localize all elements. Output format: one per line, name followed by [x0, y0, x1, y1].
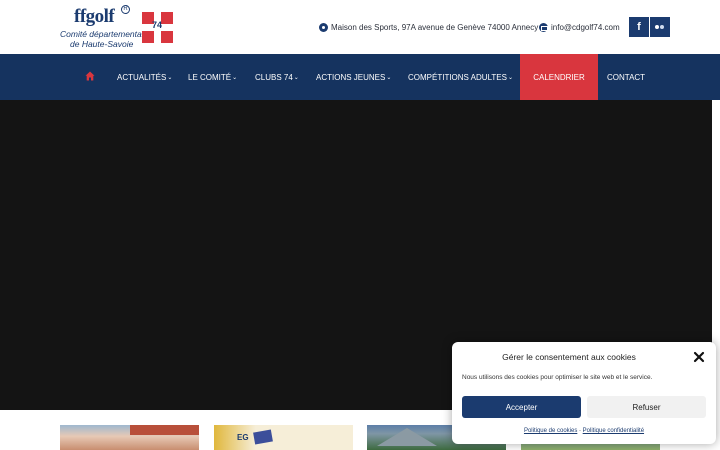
email-info[interactable]: info@cdgolf74.com	[539, 20, 620, 34]
nav-item-label: ACTIONS JEUNES	[316, 72, 386, 82]
page: ffgolf R Comité départemental de Haute-S…	[0, 0, 720, 450]
chevron-down-icon: ⌄	[386, 74, 392, 81]
facebook-icon: f	[637, 21, 641, 33]
nav-item-label: LE COMITÉ	[188, 72, 232, 82]
thumbnail-banner-text: EG	[237, 433, 249, 442]
registered-icon: R	[121, 5, 130, 14]
nav-item-calendrier[interactable]: CALENDRIER	[520, 54, 598, 100]
logo-line-1: Comité départemental	[60, 29, 144, 39]
close-icon[interactable]	[692, 350, 706, 364]
nav-item-label: CONTACT	[607, 72, 646, 82]
logo-flag-number: 74	[152, 20, 163, 30]
logo-line-2: de Haute-Savoie	[70, 39, 134, 49]
flickr-button[interactable]	[650, 17, 670, 37]
savoie-flag-icon: 74	[142, 12, 173, 43]
nav-item-le-comite[interactable]: LE COMITÉ ⌄	[188, 54, 237, 100]
cookie-title: Gérer le consentement aux cookies	[502, 352, 636, 362]
chevron-down-icon: ⌄	[293, 74, 299, 81]
cookie-policy-link[interactable]: Politique de cookies	[524, 428, 577, 434]
nav-item-actualites[interactable]: ACTUALITÉS ⌄	[117, 54, 172, 100]
home-icon[interactable]	[85, 71, 95, 81]
nav-item-label: CLUBS 74	[255, 72, 293, 82]
main-navigation: ACTUALITÉS ⌄ LE COMITÉ ⌄ CLUBS 74 ⌄ ACTI…	[0, 54, 720, 100]
address-text: Maison des Sports, 97A avenue de Genève …	[331, 22, 539, 32]
nav-item-clubs-74[interactable]: CLUBS 74 ⌄	[255, 54, 299, 100]
nav-item-label: CALENDRIER	[533, 72, 585, 82]
nav-item-label: COMPÉTITIONS ADULTES	[408, 72, 507, 82]
accept-button[interactable]: Accepter	[462, 396, 581, 418]
news-thumbnail-2[interactable]: EG	[214, 425, 353, 450]
flickr-icon	[655, 25, 659, 29]
refuse-button[interactable]: Refuser	[587, 396, 706, 418]
nav-item-contact[interactable]: CONTACT	[607, 54, 645, 100]
chevron-down-icon: ⌄	[507, 74, 514, 81]
cookie-consent-dialog: Gérer le consentement aux cookies Nous u…	[452, 342, 716, 444]
site-logo[interactable]: ffgolf R Comité départemental de Haute-S…	[58, 5, 178, 52]
mail-icon	[539, 22, 548, 32]
news-thumbnail-1[interactable]	[60, 425, 199, 450]
nav-item-actions-jeunes[interactable]: ACTIONS JEUNES ⌄	[316, 54, 391, 100]
chevron-down-icon: ⌄	[232, 74, 238, 81]
address-info: Maison des Sports, 97A avenue de Genève …	[319, 20, 538, 34]
nav-item-competitions-adultes[interactable]: COMPÉTITIONS ADULTES ⌄	[408, 54, 513, 100]
email-link[interactable]: info@cdgolf74.com	[551, 23, 620, 32]
logo-wordmark: ffgolf	[74, 6, 115, 27]
link-separator: -	[579, 428, 581, 434]
privacy-policy-link[interactable]: Politique confidentialité	[583, 428, 644, 434]
cookie-links: Politique de cookies - Politique confide…	[452, 428, 716, 434]
chevron-down-icon: ⌄	[167, 74, 173, 81]
cookie-description: Nous utilisons des cookies pour optimise…	[462, 374, 653, 381]
location-pin-icon	[319, 22, 328, 32]
facebook-button[interactable]: f	[629, 17, 649, 37]
top-header: ffgolf R Comité départemental de Haute-S…	[0, 0, 720, 54]
nav-item-label: ACTUALITÉS	[117, 72, 167, 82]
